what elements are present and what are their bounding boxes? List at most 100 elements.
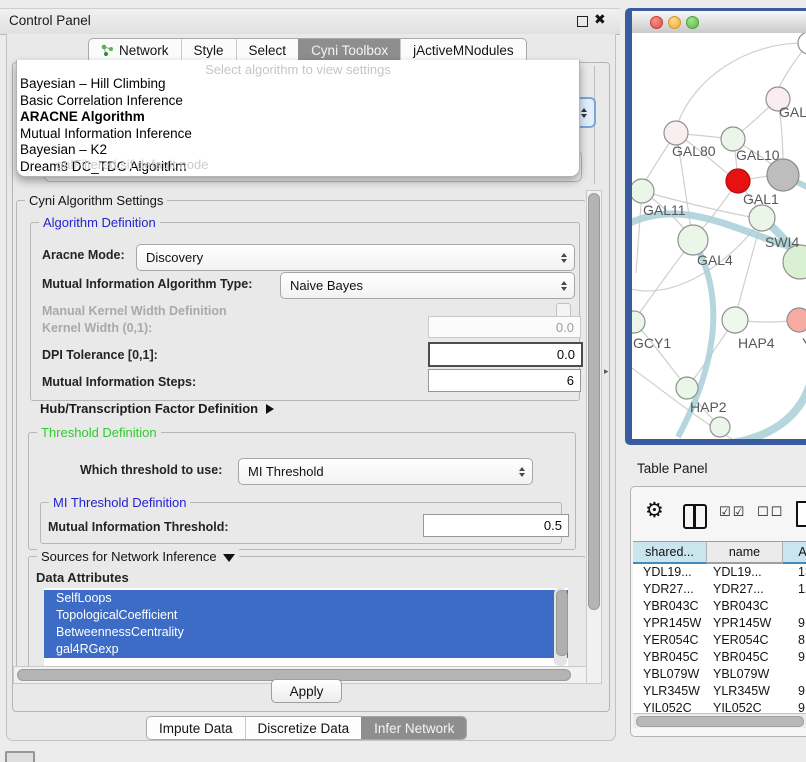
kernel-width-field[interactable]: 0.0 [428,316,581,338]
attribute-list-scroll-thumb[interactable] [556,590,568,656]
network-window-titlebar[interactable] [632,11,806,34]
attribute-item-gal4rgexp[interactable]: gal4RGexp [44,641,568,658]
table-cell[interactable]: 9 [783,700,806,713]
mi-steps-field[interactable]: 6 [428,369,581,392]
table-row[interactable]: YPR145WYPR145W9. [633,615,806,632]
table-cell[interactable]: YBR043C [707,598,783,615]
tab-infer-network[interactable]: Infer Network [361,717,466,739]
split-columns-icon[interactable] [683,504,707,529]
table-cell[interactable]: YDL19... [707,564,783,581]
table-cell[interactable]: YBL079W [633,666,707,683]
table-cell[interactable]: YLR345W [707,683,783,700]
which-threshold-select[interactable]: MI Threshold [238,458,533,485]
table-cell[interactable]: YBR045C [633,649,707,666]
network-node[interactable] [749,205,775,231]
algorithm-option-mutual-information-inference[interactable]: Mutual Information Inference [20,126,576,143]
network-node[interactable] [664,121,688,145]
table-hscroll-thumb[interactable] [636,716,804,727]
table-cell[interactable]: 9. [783,683,806,700]
attribute-item-topologicalcoefficient[interactable]: TopologicalCoefficient [44,607,568,624]
tab-style[interactable]: Style [181,39,236,62]
attribute-item-betweennesscentrality[interactable]: BetweennessCentrality [44,624,568,641]
unchecked-pair-icon[interactable]: ☐☐ [757,505,784,520]
network-node[interactable] [632,179,654,203]
table-row[interactable]: YBR045CYBR045C9. [633,649,806,666]
table-cell[interactable]: YIL052C [707,700,783,713]
column-header-shared[interactable]: shared... [633,542,707,564]
table-cell[interactable]: YDL19... [633,564,707,581]
table-cell[interactable]: YER054C [707,632,783,649]
table-cell[interactable]: YLR345W [633,683,707,700]
tab-jactivemnodules[interactable]: jActiveMNodules [400,39,526,62]
apply-button[interactable]: Apply [271,679,342,703]
table-cell[interactable] [783,598,806,615]
algorithm-option-bayesian-hill-climbing[interactable]: Bayesian – Hill Climbing [20,76,576,93]
table-cell[interactable]: YBR045C [707,649,783,666]
aracne-mode-select[interactable]: Discovery [136,244,575,271]
network-node[interactable] [726,169,750,193]
table-cell[interactable]: 9. [783,649,806,666]
close-traffic-light-icon[interactable] [650,16,663,29]
column-header-a[interactable]: A [783,542,806,564]
network-view-window[interactable]: GALGAL80GAL10GAL1GAL11SWI4GAL4GCY1HAP4YH… [625,8,806,445]
page-icon[interactable] [796,501,806,527]
mi-threshold-field[interactable]: 0.5 [423,514,569,537]
network-edge-thick[interactable] [717,378,806,439]
network-canvas[interactable]: GALGAL80GAL10GAL1GAL11SWI4GAL4GCY1HAP4YH… [632,33,806,439]
tab-select[interactable]: Select [236,39,299,62]
table-horizontal-scrollbar[interactable] [633,713,806,728]
network-node[interactable] [783,245,806,279]
table-cell[interactable]: YIL052C [633,700,707,713]
network-node[interactable] [678,225,708,255]
checked-pair-icon[interactable]: ☑☑ [719,505,746,520]
table-row[interactable]: YER054CYER054C8. [633,632,806,649]
tab-discretize-data[interactable]: Discretize Data [245,717,362,739]
algorithm-option-aracne-algorithm[interactable]: ARACNE Algorithm [20,109,576,126]
sources-group-title[interactable]: Sources for Network Inference [37,549,239,564]
table-cell[interactable]: YDR27... [633,581,707,598]
network-node[interactable] [767,159,799,191]
dpi-tolerance-field[interactable]: 0.0 [428,342,583,367]
network-node[interactable] [632,311,645,333]
table-cell[interactable]: 8. [783,632,806,649]
network-graph[interactable]: GALGAL80GAL10GAL1GAL11SWI4GAL4GCY1HAP4YH… [632,33,806,439]
panel-divider-handle[interactable]: ▸ [604,367,609,377]
minimized-panel-icon[interactable] [5,751,35,762]
table-row[interactable]: YBL079WYBL079W [633,666,806,683]
table-row[interactable]: YDR27...YDR27...12 [633,581,806,598]
hub-tf-definition-toggle[interactable]: Hub/Transcription Factor Definition [40,401,274,416]
table-row[interactable]: YIL052CYIL052C9 [633,700,806,713]
table-cell[interactable] [783,666,806,683]
network-node[interactable] [722,307,748,333]
table-cell[interactable]: YPR145W [707,615,783,632]
tab-cyni-toolbox[interactable]: Cyni Toolbox [298,39,400,62]
table-cell[interactable]: YBL079W [707,666,783,683]
table-row[interactable]: YLR345WYLR345W9. [633,683,806,700]
algorithm-option-basic-correlation-inference[interactable]: Basic Correlation Inference [20,93,576,110]
settings-vertical-scrollbar[interactable] [586,190,602,684]
table-row[interactable]: YDL19...YDL19...13 [633,564,806,581]
network-node[interactable] [798,33,806,54]
table-cell[interactable]: 9. [783,615,806,632]
column-header-name[interactable]: name [707,542,783,564]
attribute-list-scrollbar[interactable] [554,588,567,666]
tab-impute-data[interactable]: Impute Data [147,717,245,739]
table-row[interactable]: YBR043CYBR043C [633,598,806,615]
network-node[interactable] [710,417,730,437]
minimize-traffic-light-icon[interactable] [668,16,681,29]
tab-network[interactable]: Network [89,39,181,62]
close-icon[interactable]: ✖ [594,12,606,28]
zoom-traffic-light-icon[interactable] [686,16,699,29]
network-node[interactable] [787,308,806,332]
table-cell[interactable]: YPR145W [633,615,707,632]
attribute-item-selfloops[interactable]: SelfLoops [44,590,568,607]
float-window-icon[interactable] [577,16,588,27]
table-cell[interactable]: YER054C [633,632,707,649]
settings-vscroll-thumb[interactable] [588,193,600,610]
network-node[interactable] [676,377,698,399]
mi-algorithm-type-select[interactable]: Naive Bayes [280,272,575,299]
table-cell[interactable]: 13 [783,564,806,581]
table-cell[interactable]: YDR27... [707,581,783,598]
gear-icon[interactable]: ⚙ [645,498,664,522]
table-cell[interactable]: YBR043C [633,598,707,615]
